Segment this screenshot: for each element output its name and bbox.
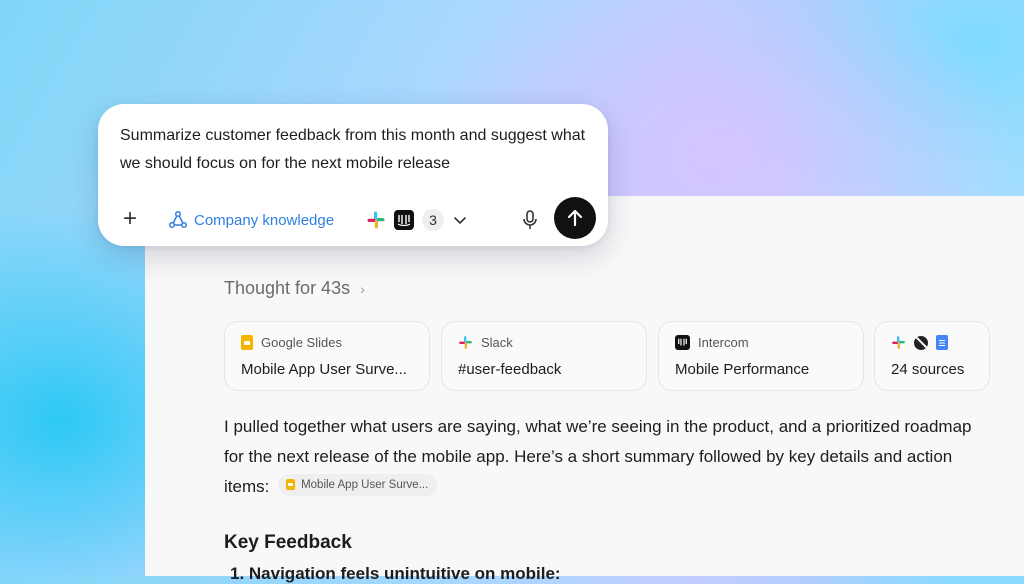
source-card-intercom[interactable]: Intercom Mobile Performance <box>658 321 864 391</box>
connectors-count-badge: 3 <box>422 209 444 231</box>
chevron-down-icon <box>454 217 466 225</box>
google-docs-icon <box>936 335 948 350</box>
slack-icon <box>367 211 385 229</box>
response-paragraph: I pulled together what users are saying,… <box>224 412 994 502</box>
company-knowledge-button[interactable]: Company knowledge <box>168 208 334 232</box>
intercom-icon <box>675 335 690 350</box>
google-slides-icon <box>241 335 253 350</box>
intercom-icon <box>394 210 414 230</box>
arrow-up-icon <box>567 209 583 227</box>
section-heading: Key Feedback <box>224 532 352 553</box>
slack-icon <box>892 336 905 349</box>
thought-duration-toggle[interactable]: Thought for 43s › <box>224 278 365 299</box>
source-card-more[interactable]: 24 sources <box>874 321 990 391</box>
chevron-right-icon: › <box>360 280 365 297</box>
source-title: #user-feedback <box>458 361 562 378</box>
source-card-google-slides[interactable]: Google Slides Mobile App User Surve... <box>224 321 430 391</box>
prompt-composer: Summarize customer feedback from this mo… <box>98 104 608 246</box>
add-button[interactable]: + <box>118 207 142 232</box>
linear-icon <box>914 335 928 350</box>
prompt-text[interactable]: Summarize customer feedback from this mo… <box>120 122 590 178</box>
slack-icon <box>459 336 472 349</box>
composer-toolbar: + Company knowledge 3 <box>98 197 608 240</box>
citation-label: Mobile App User Surve... <box>301 478 429 491</box>
thought-label: Thought for 43s <box>224 278 351 298</box>
citation-chip[interactable]: Mobile App User Surve... <box>278 473 438 496</box>
source-title: Mobile App User Surve... <box>241 361 407 378</box>
source-card-slack[interactable]: Slack #user-feedback <box>441 321 647 391</box>
source-title: 24 sources <box>891 361 965 378</box>
source-name: Slack <box>481 335 513 350</box>
source-title: Mobile Performance <box>675 361 810 378</box>
microphone-icon[interactable] <box>518 208 542 232</box>
source-name: Intercom <box>698 335 749 350</box>
connectors-selector[interactable]: 3 <box>366 207 468 233</box>
send-button[interactable] <box>554 197 596 239</box>
google-slides-icon <box>286 479 296 490</box>
list-item: 1. Navigation feels unintuitive on mobil… <box>230 564 561 583</box>
knowledge-graph-icon <box>168 210 188 229</box>
source-name: Google Slides <box>261 335 342 350</box>
company-knowledge-label: Company knowledge <box>194 211 335 229</box>
